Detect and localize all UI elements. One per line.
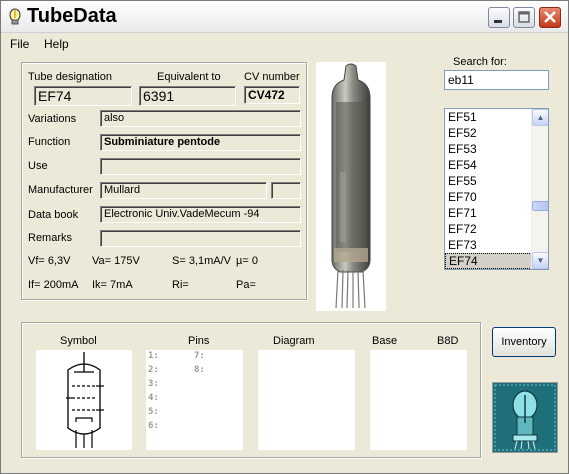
equivalent-field[interactable]: 6391 (139, 86, 236, 106)
base-value: B8D (437, 335, 459, 347)
pins-panel: 1: 2: 3: 4: 5: 6: 7: 8: (146, 350, 243, 450)
cv-number-label: CV number (244, 71, 300, 83)
use-label: Use (28, 160, 48, 172)
manufacturer-label: Manufacturer (28, 184, 93, 196)
tube-details-group: Tube designation Equivalent to CV number… (21, 62, 307, 300)
maximize-button[interactable] (513, 7, 535, 28)
diagram-label: Diagram (273, 335, 315, 347)
menu-bar: File Help (1, 34, 568, 54)
pin-1: 1: (148, 351, 159, 361)
databook-label: Data book (28, 209, 79, 221)
spec-va: Va= 175V (92, 255, 140, 267)
base-label: Base (372, 335, 398, 347)
tube-photo (316, 62, 386, 311)
designation-label: Tube designation (28, 71, 112, 83)
tube-logo-icon (493, 383, 557, 452)
pin-5: 5: (148, 407, 159, 417)
pins-label: Pins (188, 335, 210, 347)
base-panel (370, 350, 467, 450)
remarks-label: Remarks (28, 232, 73, 244)
pin-6: 6: (148, 421, 159, 431)
pin-7: 7: (194, 351, 205, 361)
window-title: TubeData (27, 5, 117, 27)
spec-vf: Vf= 6,3V (28, 255, 71, 267)
manufacturer-extra-field[interactable] (271, 182, 301, 199)
spec-if: If= 200mA (28, 279, 79, 291)
spec-mu: µ= 0 (236, 255, 258, 267)
scroll-down-arrow-icon[interactable]: ▼ (532, 252, 548, 269)
search-input[interactable]: eb11 (444, 70, 549, 90)
function-label: Function (28, 136, 71, 148)
pin-4: 4: (148, 393, 159, 403)
spec-s: S= 3,1mA/V (172, 255, 232, 267)
app-window: TubeData File Help Tube designation Equi… (0, 0, 569, 474)
tube-listbox[interactable]: EF51 EF52 EF53 EF54 EF55 EF70 EF71 EF72 EF73 EF74… (444, 108, 549, 270)
tube-logo (492, 382, 558, 453)
pin-8: 8: (194, 365, 205, 375)
use-field[interactable] (100, 158, 301, 175)
diagram-panel (258, 350, 355, 450)
variations-field[interactable]: also (100, 110, 301, 127)
tube-app-icon (9, 8, 21, 25)
pentode-symbol-icon (66, 352, 104, 448)
minimize-icon (494, 20, 502, 23)
list-scrollbar[interactable]: ▲ ▼ (531, 109, 548, 269)
tube-graphics-group: Symbol Pins Diagram Base B8D 1: 2: 3: 4:… (21, 322, 481, 458)
menu-file[interactable]: File (10, 37, 29, 51)
pin-2: 2: (148, 365, 159, 375)
minimize-button[interactable] (488, 7, 510, 28)
close-icon (544, 11, 556, 23)
menu-help[interactable]: Help (44, 37, 69, 51)
search-label: Search for: (453, 56, 507, 68)
symbol-label: Symbol (60, 335, 97, 347)
symbol-panel (36, 350, 132, 450)
databook-field[interactable]: Electronic Univ.VadeMecum -94 (100, 206, 301, 223)
title-bar[interactable]: TubeData (1, 1, 568, 33)
inventory-button[interactable]: Inventory (492, 327, 556, 357)
spec-ri: Ri= (172, 279, 189, 291)
pin-3: 3: (148, 379, 159, 389)
scroll-up-arrow-icon[interactable]: ▲ (532, 109, 548, 126)
remarks-field[interactable] (100, 230, 301, 247)
function-field[interactable]: Subminiature pentode (100, 134, 301, 151)
manufacturer-field[interactable]: Mullard (100, 182, 267, 199)
equivalent-label: Equivalent to (157, 71, 221, 83)
spec-pa: Pa= (236, 279, 256, 291)
tube-photo-image (331, 63, 371, 309)
scroll-thumb[interactable] (532, 201, 548, 211)
close-button[interactable] (539, 7, 561, 28)
cv-number-field[interactable]: CV472 (244, 86, 300, 104)
variations-label: Variations (28, 113, 77, 125)
maximize-icon (518, 11, 530, 23)
designation-field[interactable]: EF74 (34, 86, 132, 106)
spec-ik: Ik= 7mA (92, 279, 133, 291)
